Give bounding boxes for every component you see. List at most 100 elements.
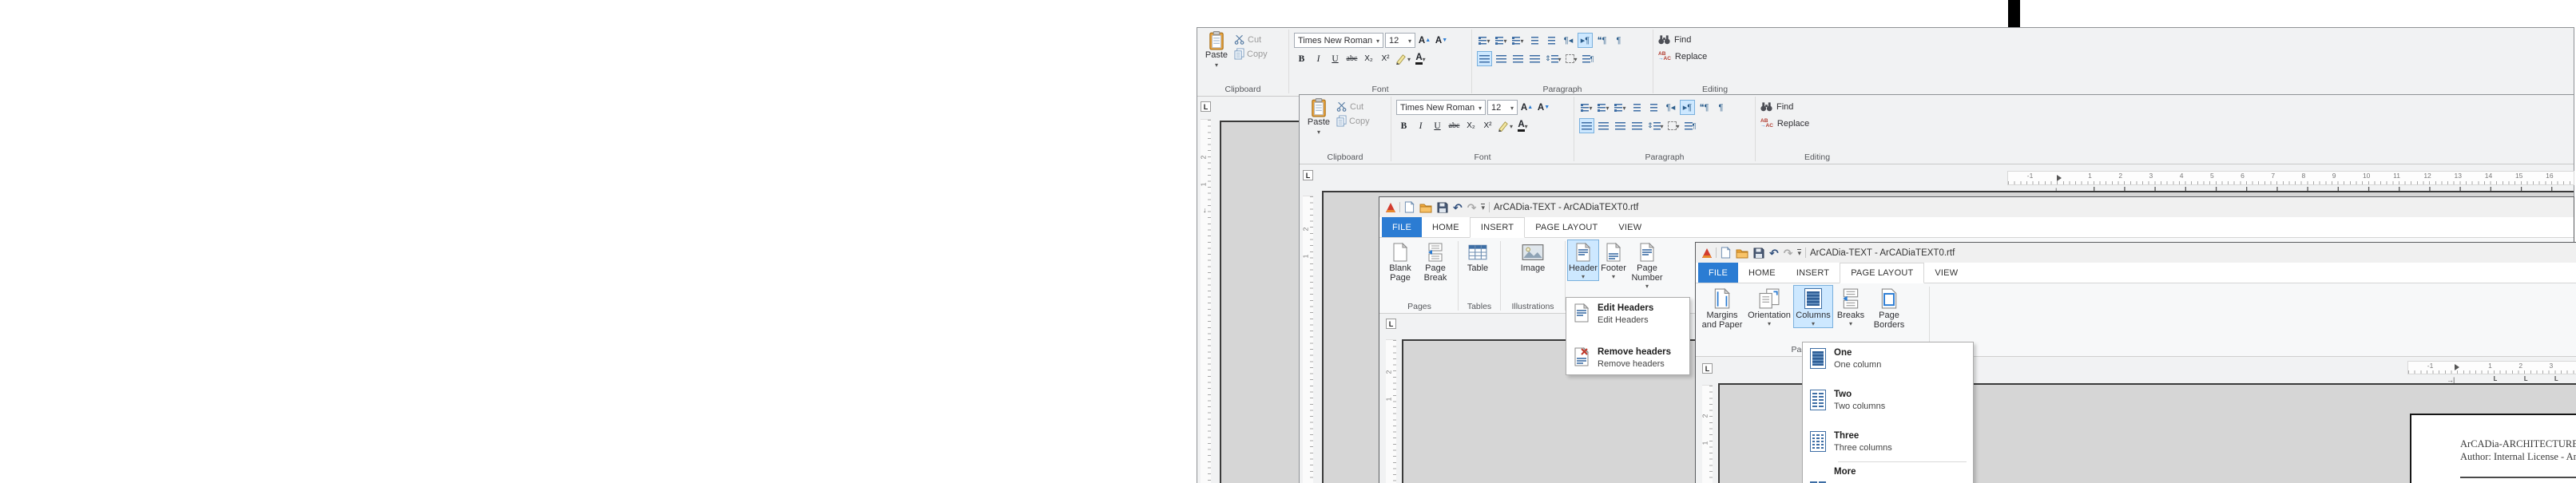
align-center-button[interactable] xyxy=(1596,118,1611,133)
font-color-button[interactable]: A xyxy=(1515,118,1530,133)
orientation-button[interactable]: Orientation xyxy=(1745,285,1793,328)
redo-icon[interactable]: ↷ xyxy=(1467,202,1477,213)
superscript-button[interactable]: X² xyxy=(1378,51,1393,66)
menu-item-two-columns[interactable]: Two Two columns xyxy=(1803,384,1973,417)
columns-button[interactable]: Columns xyxy=(1793,285,1833,328)
ruler-origin-button[interactable]: L xyxy=(1702,363,1713,374)
justify-button[interactable] xyxy=(1629,118,1645,133)
customize-toolbar-icon[interactable]: ▾ xyxy=(1481,204,1485,211)
cut-button[interactable]: Cut xyxy=(1234,34,1268,46)
font-family-combo[interactable]: Times New Roman xyxy=(1294,33,1383,48)
horizontal-ruler[interactable]: -1123 xyxy=(2407,361,2576,374)
ruler-origin-button[interactable]: L xyxy=(1303,170,1313,180)
decrease-indent-button[interactable] xyxy=(1629,100,1645,115)
numbered-list-button[interactable] xyxy=(1494,33,1509,48)
bold-button[interactable]: B xyxy=(1294,51,1309,66)
tab-view[interactable]: VIEW xyxy=(1608,217,1652,237)
paste-button[interactable]: Paste xyxy=(1202,31,1231,84)
tab-page-layout[interactable]: PAGE LAYOUT xyxy=(1525,217,1608,237)
footer-button[interactable]: Footer xyxy=(1599,240,1628,281)
subscript-button[interactable]: X₂ xyxy=(1463,118,1479,133)
highlight-color-button[interactable] xyxy=(1395,51,1411,66)
tab-insert[interactable]: INSERT xyxy=(1470,217,1525,238)
menu-item-edit-headers[interactable]: Edit Headers Edit Headers xyxy=(1566,298,1689,331)
open-folder-icon[interactable] xyxy=(1419,202,1432,213)
find-button[interactable]: Find xyxy=(1760,100,1809,113)
first-line-indent-marker[interactable] xyxy=(2455,364,2459,370)
italic-button[interactable]: I xyxy=(1413,118,1428,133)
borders-button[interactable] xyxy=(1564,51,1579,66)
save-icon[interactable] xyxy=(1753,247,1764,259)
tab-stop-icon[interactable]: L xyxy=(2523,375,2527,383)
cut-button[interactable]: Cut xyxy=(1336,101,1370,113)
replace-button[interactable]: AB →AC Replace xyxy=(1760,117,1809,130)
new-document-icon[interactable] xyxy=(1721,247,1731,259)
increase-indent-button[interactable] xyxy=(1544,33,1559,48)
font-size-combo[interactable]: 12 xyxy=(1487,100,1518,115)
align-center-button[interactable] xyxy=(1494,51,1509,66)
highlight-color-button[interactable] xyxy=(1497,118,1514,133)
tab-stop-icon[interactable]: L xyxy=(2554,375,2558,383)
redo-icon[interactable]: ↷ xyxy=(1784,247,1793,259)
align-left-button[interactable] xyxy=(1477,51,1492,66)
align-left-button[interactable] xyxy=(1579,118,1594,133)
table-button[interactable]: Table xyxy=(1460,240,1495,274)
tab-home[interactable]: HOME xyxy=(1738,263,1786,283)
margin-arrow-icon[interactable]: ↓ xyxy=(1203,206,1207,214)
bold-button[interactable]: B xyxy=(1396,118,1411,133)
menu-item-three-columns[interactable]: Three Three columns xyxy=(1803,426,1973,458)
tab-file[interactable]: FILE xyxy=(1698,263,1738,283)
page-number-button[interactable]: Page Number xyxy=(1628,240,1666,291)
tab-page-layout[interactable]: PAGE LAYOUT xyxy=(1840,263,1924,283)
margins-and-paper-button[interactable]: Margins and Paper xyxy=(1699,285,1745,331)
breaks-button[interactable]: Breaks xyxy=(1833,285,1868,328)
tab-view[interactable]: VIEW xyxy=(1924,263,1968,283)
open-folder-icon[interactable] xyxy=(1736,247,1748,259)
header-button[interactable]: Header xyxy=(1567,240,1599,281)
ruler-origin-button[interactable]: L xyxy=(1201,101,1211,112)
underline-button[interactable]: U xyxy=(1430,118,1445,133)
new-document-icon[interactable] xyxy=(1404,201,1415,213)
copy-button[interactable]: Copy xyxy=(1234,48,1268,60)
borders-button[interactable] xyxy=(1666,118,1681,133)
shrink-font-button[interactable]: A▼ xyxy=(1434,33,1449,48)
decrease-indent-button[interactable] xyxy=(1527,33,1542,48)
ltr-paragraph-button[interactable]: ¶◂ xyxy=(1561,33,1576,48)
tab-insert[interactable]: INSERT xyxy=(1786,263,1840,283)
menu-item-remove-headers[interactable]: Remove headers Remove headers xyxy=(1566,342,1689,374)
title-bar[interactable]: ↶ ↷ ▾ ArCADia-TEXT - ArCADiaTEXT0.rtf xyxy=(1379,197,2574,217)
blank-page-button[interactable]: Blank Page xyxy=(1383,240,1418,283)
shrink-font-button[interactable]: A▼ xyxy=(1536,100,1551,115)
undo-icon[interactable]: ↶ xyxy=(1453,202,1463,213)
increase-indent-button[interactable] xyxy=(1646,100,1661,115)
page-borders-button[interactable]: Page Borders xyxy=(1868,285,1910,331)
show-formatting-button[interactable]: ¶ xyxy=(1611,33,1626,48)
quote-paragraph-button[interactable]: ❝¶ xyxy=(1594,33,1610,48)
title-bar[interactable]: ↶ ↷ ▾ ArCADia-TEXT - ArCADiaTEXT0.rtf xyxy=(1696,243,2576,263)
superscript-button[interactable]: X² xyxy=(1480,118,1495,133)
strikethrough-button[interactable]: abc xyxy=(1344,51,1359,66)
customize-toolbar-icon[interactable]: ▾ xyxy=(1797,249,1801,256)
image-button[interactable]: Image xyxy=(1513,240,1553,274)
first-line-indent-marker[interactable] xyxy=(2057,175,2062,181)
menu-item-one-column[interactable]: One One column xyxy=(1803,342,1973,375)
ltr-paragraph-button[interactable]: ¶◂ xyxy=(1663,100,1678,115)
font-color-button[interactable]: A xyxy=(1413,51,1428,66)
tab-home[interactable]: HOME xyxy=(1422,217,1470,237)
horizontal-ruler[interactable]: -11234567891011121314151617 xyxy=(2007,171,2574,185)
italic-button[interactable]: I xyxy=(1311,51,1326,66)
justify-button[interactable] xyxy=(1527,51,1542,66)
menu-item-more-columns[interactable]: More xyxy=(1803,465,1973,483)
page-break-button[interactable]: Page Break xyxy=(1418,240,1453,283)
multilevel-list-button[interactable] xyxy=(1510,33,1526,48)
grow-font-button[interactable]: A▲ xyxy=(1417,33,1432,48)
vertical-ruler[interactable]: 2 1 xyxy=(1303,196,1313,483)
bullet-list-button[interactable] xyxy=(1477,33,1492,48)
font-family-combo[interactable]: Times New Roman xyxy=(1396,100,1486,115)
vertical-ruler[interactable]: 2 1 xyxy=(1386,339,1396,483)
subscript-button[interactable]: X₂ xyxy=(1361,51,1376,66)
line-spacing-button[interactable]: ⇕ xyxy=(1646,118,1665,133)
document-page[interactable]: ArCADia-ARCHITECTURE Author: Internal Li… xyxy=(2410,414,2576,483)
paste-button[interactable]: Paste xyxy=(1304,98,1333,152)
line-spacing-button[interactable]: ⇕ xyxy=(1544,51,1562,66)
